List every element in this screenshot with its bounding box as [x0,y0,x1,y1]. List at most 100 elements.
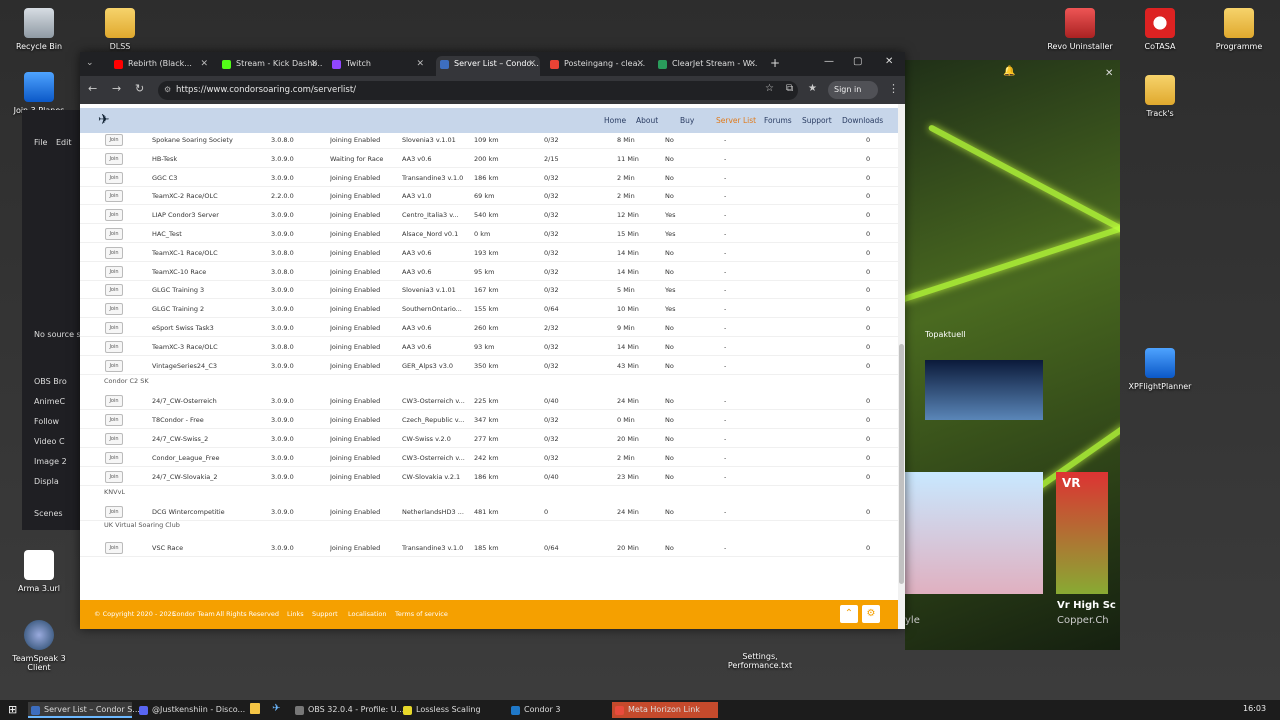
taskbar-item[interactable]: @Justkenshiin - Disco... [136,702,245,718]
join-button[interactable]: Join [105,414,123,427]
join-button[interactable]: Join [105,542,123,555]
obs-source-2[interactable]: AnimeC [34,397,65,406]
browser-tab[interactable]: ClearJet Stream - W... ✕ [654,56,760,76]
revo-uninstaller-icon[interactable]: Revo Uninstaller [1045,8,1115,51]
join-button[interactable]: Join [105,451,123,464]
programme-folder-icon[interactable]: Programme [1204,8,1274,51]
footer-support[interactable]: Support [312,610,338,618]
server-dist: 347 km [474,416,499,425]
sign-in-button[interactable]: Sign in [828,81,878,99]
taskbar-item[interactable]: Lossless Scaling [400,702,500,718]
join-button[interactable]: Join [105,395,123,408]
taskbar-item[interactable]: OBS 32.0.4 - Profile: U... [292,702,404,718]
favorites-icon[interactable]: ★ [808,83,817,94]
planes-app-icon[interactable]: Join 3 Planes [4,72,74,115]
tab-close-icon[interactable]: ✕ [416,56,424,72]
taskbar-item[interactable]: Server List – Condor S... [28,702,140,718]
join-button[interactable]: Join [105,209,123,222]
join-button[interactable]: Join [105,433,123,445]
teamspeak-icon[interactable]: TeamSpeak 3 Client [4,620,74,672]
footer-links[interactable]: Links [287,610,304,618]
maximize-icon[interactable]: ▢ [853,56,862,67]
browser-tab[interactable]: Posteingang - clea... ✕ [546,56,648,76]
bookmark-icon[interactable]: ☆ [765,83,774,94]
obs-source-4[interactable]: Video C [34,437,65,446]
nav-about[interactable]: About [636,116,658,125]
server-time: 15 Min [617,230,639,238]
obs-source-3[interactable]: Follow [34,417,59,426]
nav-forums[interactable]: Forums [764,116,792,125]
join-button[interactable]: Join [105,134,123,146]
tab-close-icon[interactable]: ✕ [528,56,536,72]
start-icon[interactable]: ⊞ [8,703,17,716]
obs-source-1[interactable]: OBS Bro [34,377,67,386]
tab-list-icon[interactable]: ⌄ [86,58,94,68]
back-icon[interactable]: ← [88,82,97,95]
menu-icon[interactable]: ⋮ [888,82,899,95]
tab-close-icon[interactable]: ✕ [748,56,756,72]
join-button[interactable]: Join [105,340,123,353]
nav-home[interactable]: Home [604,116,626,125]
browser-tab[interactable]: Server List – Condo... ✕ [436,56,540,76]
reload-icon[interactable]: ↻ [135,82,144,95]
join-button[interactable]: Join [105,322,123,334]
nav-support[interactable]: Support [802,116,832,125]
cookie-settings-icon[interactable]: ⚙ [862,605,880,623]
join-button[interactable]: Join [105,190,123,203]
footer-localisation[interactable]: Localisation [348,610,386,618]
tab-close-icon[interactable]: ✕ [200,56,208,72]
clock[interactable]: 16:03 [1243,704,1266,713]
recycle-bin-icon[interactable]: Recycle Bin [4,8,74,51]
join-button[interactable]: Join [105,506,123,519]
browser-tab[interactable]: Stream - Kick Dashb... ✕ [218,56,322,76]
extensions-icon[interactable]: ⧉ [786,83,793,94]
minimize-icon[interactable]: — [824,56,834,67]
footer-team[interactable]: Condor Team [172,610,215,618]
xpflightplanner-icon[interactable]: XPFlightPlanner [1125,348,1195,391]
file-explorer-icon[interactable] [250,703,260,714]
taskbar-item[interactable]: Meta Horizon Link [612,702,718,718]
promo-tile-1[interactable] [905,472,1043,594]
scrollbar[interactable] [898,104,905,629]
nav-server-list[interactable]: Server List [716,116,756,125]
obs-source-6[interactable]: Displa [34,477,59,486]
nav-downloads[interactable]: Downloads [842,116,883,125]
scrollbar-thumb[interactable] [899,344,904,584]
browser-tab[interactable]: Rebirth (Black... ✕ [110,56,212,76]
pinned-app-icon[interactable]: ✈ [272,703,280,714]
join-button[interactable]: Join [105,246,123,259]
dlss-folder-icon[interactable]: DLSS [85,8,155,51]
join-button[interactable]: Join [105,470,123,483]
space-thumbnail[interactable] [925,360,1043,420]
tab-close-icon[interactable]: ✕ [636,56,644,72]
join-button[interactable]: Join [105,284,123,297]
site-info-icon[interactable]: ⚙ [164,85,171,94]
obs-menu-edit[interactable]: Edit [56,138,72,147]
obs-source-5[interactable]: Image 2 [34,457,67,466]
join-button[interactable]: Join [105,265,123,278]
browser-tab[interactable]: Twitch ✕ [328,56,428,76]
promo-tile-2[interactable]: VR [1056,472,1108,594]
new-tab-icon[interactable]: + [770,56,780,70]
settings-txt-icon[interactable]: Settings, Performance.txt [725,652,795,670]
scroll-top-icon[interactable]: ⌃ [840,605,858,623]
arma-url-icon[interactable]: Arma 3.url [4,550,74,593]
taskbar-item[interactable]: Condor 3 [508,702,608,718]
close-window-icon[interactable]: ✕ [885,56,893,67]
tracks-folder-icon[interactable]: Track's [1125,75,1195,118]
footer-terms[interactable]: Terms of service [395,610,448,618]
join-button[interactable]: Join [105,171,123,184]
nav-buy[interactable]: Buy [680,116,694,125]
condor-logo-icon[interactable]: ✈ [98,112,114,128]
join-button[interactable]: Join [105,359,123,372]
obs-menu-file[interactable]: File [34,138,47,147]
join-button[interactable]: Join [105,152,123,165]
close-icon[interactable]: ✕ [1105,68,1113,79]
join-button[interactable]: Join [105,303,123,316]
url-input[interactable]: https://www.condorsoaring.com/serverlist… [158,81,798,100]
join-button[interactable]: Join [105,228,123,240]
tab-close-icon[interactable]: ✕ [310,56,318,72]
cotasa-icon[interactable]: CoTASA [1125,8,1195,51]
bell-icon[interactable]: 🔔 [1003,66,1015,77]
forward-icon[interactable]: → [112,82,121,95]
